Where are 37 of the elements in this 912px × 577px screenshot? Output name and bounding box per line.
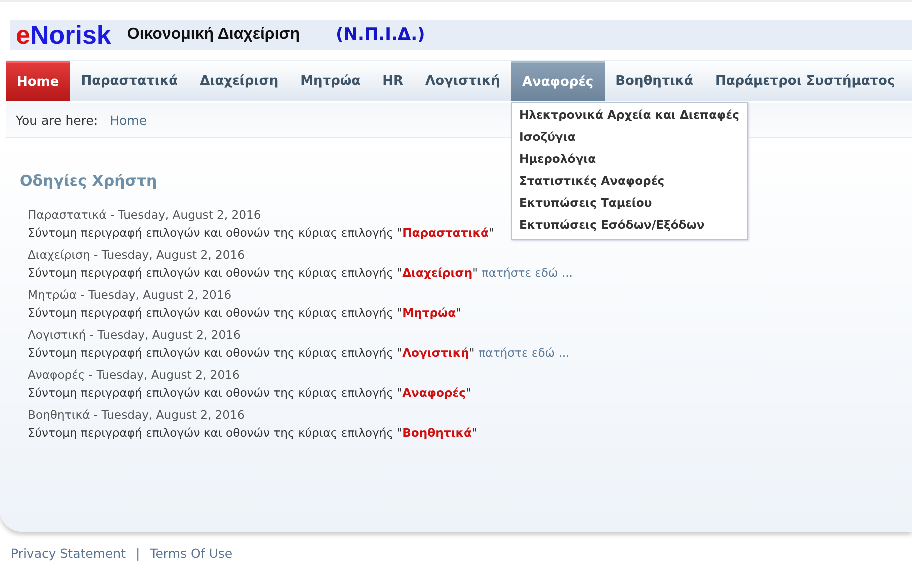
entry-description: Σύντομη περιγραφή επιλογών και οθονών της κύριας επιλογής "Μητρώα" [28,306,462,320]
entry-heading: Λογιστική - Tuesday, August 2, 2016 [28,327,242,344]
nav-tab[interactable]: Μητρώα [290,61,372,101]
menu-item[interactable]: Στατιστικές Αναφορές [512,171,748,193]
nav-tab[interactable]: Βοηθητικά [604,61,704,101]
entry-description: Σύντομη περιγραφή επιλογών και οθονών της κύριας επιλογής "Διαχείριση" [28,266,478,280]
entry-description: Σύντομη περιγραφή επιλογών και οθονών της κύριας επιλογής "Παραστατικά" [28,226,494,240]
nav-tab[interactable]: Λογιστική [414,61,512,101]
menu-item[interactable]: Ημερολόγια [512,149,748,171]
footer-link[interactable]: Terms Of Use [150,546,233,561]
entry-description: Σύντομη περιγραφή επιλογών και οθονών της κύριας επιλογής "Αναφορές" [28,386,472,400]
breadcrumb-label: You are here: [16,112,98,128]
app-logo: eNorisk [16,20,112,50]
menu-item[interactable]: Ισοζύγια [512,127,748,149]
menu-item[interactable]: Ηλεκτρονικά Αρχεία και Διεπαφές [512,105,748,127]
breadcrumb-link[interactable]: Home [110,112,148,128]
entry-description: Σύντομη περιγραφή επιλογών και οθονών της κύριας επιλογής "Λογιστική" [28,346,475,360]
more-link[interactable]: πατήστε εδώ ... [482,266,573,280]
menu-item[interactable]: Εκτυπώσεις Εσόδων/Εξόδων [512,215,748,237]
nav-tab[interactable]: Home [6,61,70,101]
entry-heading: Μητρώα - Tuesday, August 2, 2016 [28,287,233,304]
entry-description: Σύντομη περιγραφή επιλογών και οθονών της κύριας επιλογής "Βοηθητικά" [28,426,478,440]
section-title: Οδηγίες Χρήστη [20,172,158,190]
nav-tab[interactable]: Παράμετροι Συστήματος [704,61,906,101]
footer-link[interactable]: Privacy Statement [11,546,126,561]
menu-item[interactable]: Εκτυπώσεις Ταμείου [512,193,748,215]
organization-label: (Ν.Π.Ι.Δ.) [336,25,426,45]
nav-tab[interactable]: HR [372,61,415,101]
entry-heading: Παραστατικά - Tuesday, August 2, 2016 [28,207,262,224]
nav-tab[interactable]: Διαχείριση [189,61,290,101]
nav-tab[interactable]: Παραστατικά [70,61,190,101]
entry-heading: Διαχείριση - Tuesday, August 2, 2016 [28,247,246,264]
entry-heading: Αναφορές - Tuesday, August 2, 2016 [28,367,241,384]
entry-heading: Βοηθητικά - Tuesday, August 2, 2016 [28,407,246,424]
footer-separator: | [136,546,140,561]
more-link[interactable]: πατήστε εδώ ... [478,346,570,360]
app-title: Οικονομική Διαχείριση [127,26,300,44]
